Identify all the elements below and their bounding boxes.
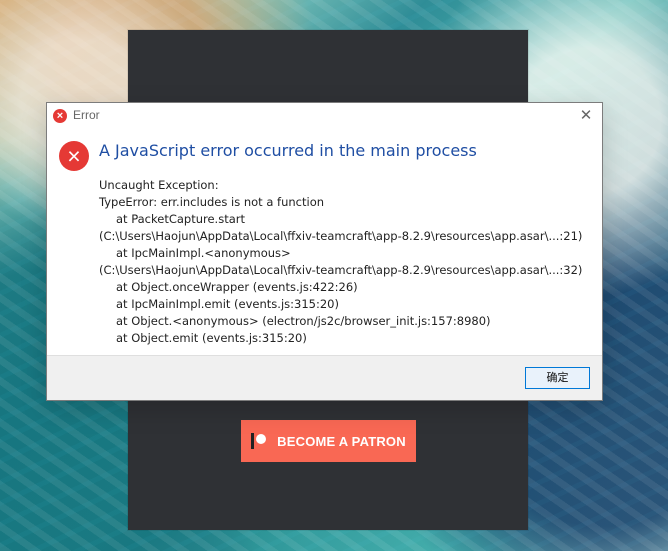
close-icon: ✕ bbox=[579, 107, 593, 124]
message-line-5: at IpcMainImpl.<anonymous> bbox=[116, 246, 291, 260]
error-heading: A JavaScript error occurred in the main … bbox=[99, 141, 477, 160]
message-line-4: (C:\Users\Haojun\AppData\Local\ffxiv-tea… bbox=[99, 229, 583, 243]
message-line-8: at IpcMainImpl.emit (events.js:315:20) bbox=[116, 297, 339, 311]
dialog-content: × A JavaScript error occurred in the mai… bbox=[47, 129, 602, 357]
message-line-9: at Object.<anonymous> (electron/js2c/bro… bbox=[116, 314, 491, 328]
close-button[interactable]: ✕ bbox=[570, 103, 602, 129]
dialog-footer: 确定 bbox=[47, 355, 602, 400]
become-a-patron-button[interactable]: BECOME A PATRON bbox=[241, 420, 416, 462]
dialog-titlebar: × Error ✕ bbox=[47, 103, 602, 129]
error-icon: × bbox=[59, 141, 89, 171]
ok-button[interactable]: 确定 bbox=[525, 367, 590, 389]
message-line-3: at PacketCapture.start bbox=[116, 212, 245, 226]
message-line-10: at Object.emit (events.js:315:20) bbox=[116, 331, 307, 345]
patreon-button-label: BECOME A PATRON bbox=[277, 433, 406, 449]
message-line-2: TypeError: err.includes is not a functio… bbox=[99, 195, 325, 209]
patreon-logo-bar bbox=[251, 433, 255, 449]
patreon-logo-icon bbox=[251, 433, 267, 449]
message-line-7: at Object.onceWrapper (events.js:422:26) bbox=[116, 280, 358, 294]
error-message: Uncaught Exception: TypeError: err.inclu… bbox=[99, 177, 591, 347]
message-line-6: (C:\Users\Haojun\AppData\Local\ffxiv-tea… bbox=[99, 263, 583, 277]
error-dialog: × Error ✕ × A JavaScript error occurred … bbox=[46, 102, 603, 401]
message-line-1: Uncaught Exception: bbox=[99, 178, 219, 192]
error-title-icon: × bbox=[53, 109, 67, 123]
dialog-title: Error bbox=[73, 108, 100, 122]
patreon-logo-circle bbox=[256, 434, 267, 444]
